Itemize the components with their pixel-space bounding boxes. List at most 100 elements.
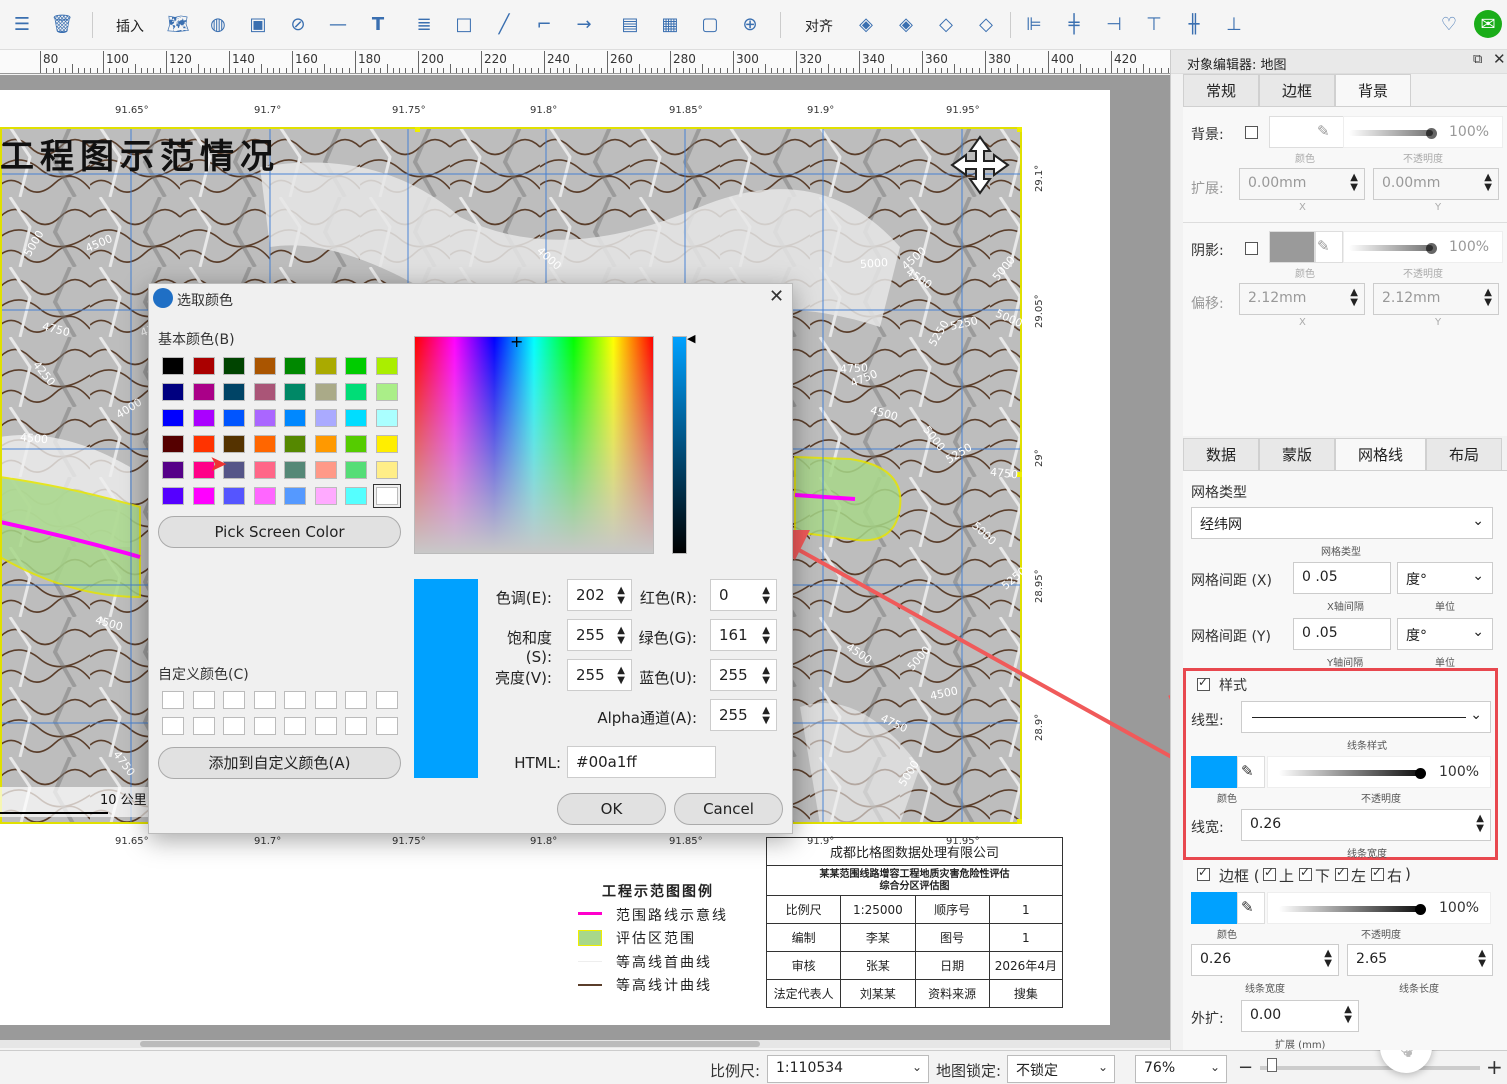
- basic-color-swatch[interactable]: [284, 487, 306, 505]
- align-right-icon[interactable]: ⊣: [1100, 10, 1128, 38]
- border-left-checkbox[interactable]: [1335, 865, 1348, 881]
- basic-color-swatch[interactable]: [314, 487, 337, 505]
- bg-opacity-knob[interactable]: [1426, 128, 1437, 139]
- custom-color-swatch[interactable]: [375, 717, 398, 735]
- basic-color-swatch[interactable]: [223, 435, 245, 453]
- horizontal-scrollbar[interactable]: [0, 1040, 1170, 1048]
- border-right-checkbox[interactable]: [1371, 865, 1384, 881]
- basic-color-swatch[interactable]: [253, 409, 276, 427]
- basic-color-swatch[interactable]: [345, 487, 367, 505]
- list-icon[interactable]: ☰: [8, 10, 36, 38]
- border-bottom-checkbox[interactable]: [1299, 865, 1312, 881]
- border-checkbox[interactable]: [1197, 865, 1210, 881]
- align-top-icon[interactable]: ⊤: [1140, 10, 1168, 38]
- line-eyedropper-icon[interactable]: ✎: [1241, 762, 1254, 780]
- layer-top-icon[interactable]: ◈: [892, 10, 920, 38]
- basic-color-swatch[interactable]: [162, 383, 184, 401]
- outer-expand-input[interactable]: 0.00 ▲ ▼: [1241, 1000, 1359, 1032]
- rectangle-icon[interactable]: □: [450, 10, 478, 38]
- value-slider[interactable]: [672, 336, 687, 554]
- shadow-color-swatch[interactable]: [1269, 231, 1315, 263]
- value-input[interactable]: 255 ▲ ▼: [567, 659, 632, 691]
- frame-icon[interactable]: ▢: [696, 10, 724, 38]
- line-opacity-knob[interactable]: [1415, 768, 1426, 779]
- linewidth-input[interactable]: 0.26 ▲ ▼: [1241, 809, 1491, 841]
- restore-icon[interactable]: ⧉: [1473, 52, 1482, 67]
- border-opacity-knob[interactable]: [1415, 904, 1426, 915]
- arrow-icon[interactable]: →: [570, 10, 598, 38]
- custom-color-swatch[interactable]: [284, 717, 306, 735]
- border-length-input[interactable]: 2.65 ▲ ▼: [1347, 944, 1493, 976]
- tab-background[interactable]: 背景: [1335, 74, 1412, 106]
- layer-down-icon[interactable]: ◇: [932, 10, 960, 38]
- basic-color-swatch[interactable]: [345, 435, 367, 453]
- custom-color-swatch[interactable]: [192, 717, 215, 735]
- zoom-out-button[interactable]: −: [1238, 1057, 1253, 1078]
- basic-color-swatch[interactable]: [223, 409, 245, 427]
- html-input[interactable]: #00a1ff: [567, 746, 716, 778]
- basic-color-swatch[interactable]: [253, 435, 276, 453]
- bg-checkbox[interactable]: [1245, 126, 1258, 139]
- border-color-swatch[interactable]: [1191, 892, 1237, 924]
- tab-general[interactable]: 常规: [1183, 74, 1260, 106]
- scrollbar-thumb[interactable]: [140, 1041, 760, 1047]
- basic-color-swatch[interactable]: [162, 409, 184, 427]
- basic-color-swatch[interactable]: [345, 357, 367, 375]
- basic-color-swatch[interactable]: [223, 357, 245, 375]
- comment-icon[interactable]: ▤: [616, 10, 644, 38]
- custom-color-swatch[interactable]: [223, 691, 245, 709]
- basic-color-swatch[interactable]: [284, 461, 306, 479]
- saturation-input[interactable]: 255 ▲ ▼: [567, 619, 632, 651]
- align-left-icon[interactable]: ⊫: [1020, 10, 1048, 38]
- tab-data[interactable]: 数据: [1183, 438, 1260, 470]
- basic-color-swatch[interactable]: [345, 409, 367, 427]
- compass-icon[interactable]: ⊘: [284, 10, 312, 38]
- trash-icon[interactable]: 🗑: [48, 10, 76, 38]
- heart-icon[interactable]: ♡: [1435, 10, 1463, 38]
- basic-color-swatch[interactable]: [314, 461, 337, 479]
- polyline-icon[interactable]: ⌐: [530, 10, 558, 38]
- zoom-slider-thumb[interactable]: [1267, 1058, 1277, 1072]
- align-middle-icon[interactable]: ╫: [1180, 10, 1208, 38]
- grid-type-select[interactable]: 经纬网 ⌄: [1191, 507, 1493, 539]
- bg-opacity-slider[interactable]: [1349, 130, 1433, 136]
- basic-color-swatch[interactable]: [162, 487, 184, 505]
- basic-color-swatch[interactable]: [253, 357, 276, 375]
- list-bullet-icon[interactable]: ≣: [410, 10, 438, 38]
- grid-y-unit-select[interactable]: 度° ⌄: [1397, 618, 1493, 650]
- layer-up-icon[interactable]: ◈: [852, 10, 880, 38]
- cancel-button[interactable]: Cancel: [674, 793, 783, 825]
- wechat-icon[interactable]: ✉: [1474, 10, 1502, 38]
- basic-color-swatch[interactable]: [372, 484, 401, 508]
- value-slider-marker[interactable]: ◀: [687, 332, 695, 345]
- map-lock-select[interactable]: 不锁定 ⌄: [1007, 1055, 1115, 1083]
- line-color-swatch[interactable]: [1191, 756, 1237, 788]
- border-eyedropper-icon[interactable]: ✎: [1241, 898, 1254, 916]
- custom-color-swatch[interactable]: [345, 691, 367, 709]
- basic-color-swatch[interactable]: [253, 487, 276, 505]
- offset-x-input[interactable]: 2.12mm ▲ ▼: [1239, 283, 1365, 315]
- basic-color-swatch[interactable]: [284, 409, 306, 427]
- basic-color-swatch[interactable]: [375, 409, 398, 427]
- tab-gridlines[interactable]: 网格线: [1335, 438, 1427, 470]
- custom-color-swatch[interactable]: [192, 691, 215, 709]
- basic-color-swatch[interactable]: [314, 357, 337, 375]
- grid-y-input[interactable]: 0 .05: [1293, 618, 1391, 650]
- zoom-slider[interactable]: [1260, 1066, 1480, 1070]
- border-width-input[interactable]: 0.26 ▲ ▼: [1191, 944, 1339, 976]
- green-input[interactable]: 161 ▲ ▼: [710, 619, 777, 651]
- globe-icon[interactable]: ◍: [204, 10, 232, 38]
- align-bottom-icon[interactable]: ⊥: [1220, 10, 1248, 38]
- alpha-input[interactable]: 255 ▲ ▼: [710, 699, 777, 731]
- line-opacity-slider[interactable]: [1279, 770, 1419, 776]
- tab-mask[interactable]: 蒙版: [1259, 438, 1336, 470]
- align-label[interactable]: 对齐: [805, 16, 833, 36]
- basic-color-swatch[interactable]: [284, 435, 306, 453]
- basic-color-swatch[interactable]: [162, 461, 184, 479]
- segment-icon[interactable]: ╱: [490, 10, 518, 38]
- basic-color-swatch[interactable]: [162, 435, 184, 453]
- shadow-checkbox[interactable]: [1245, 242, 1258, 255]
- basic-color-swatch[interactable]: [284, 357, 306, 375]
- color-spectrum[interactable]: [414, 336, 654, 554]
- custom-color-swatch[interactable]: [162, 691, 184, 709]
